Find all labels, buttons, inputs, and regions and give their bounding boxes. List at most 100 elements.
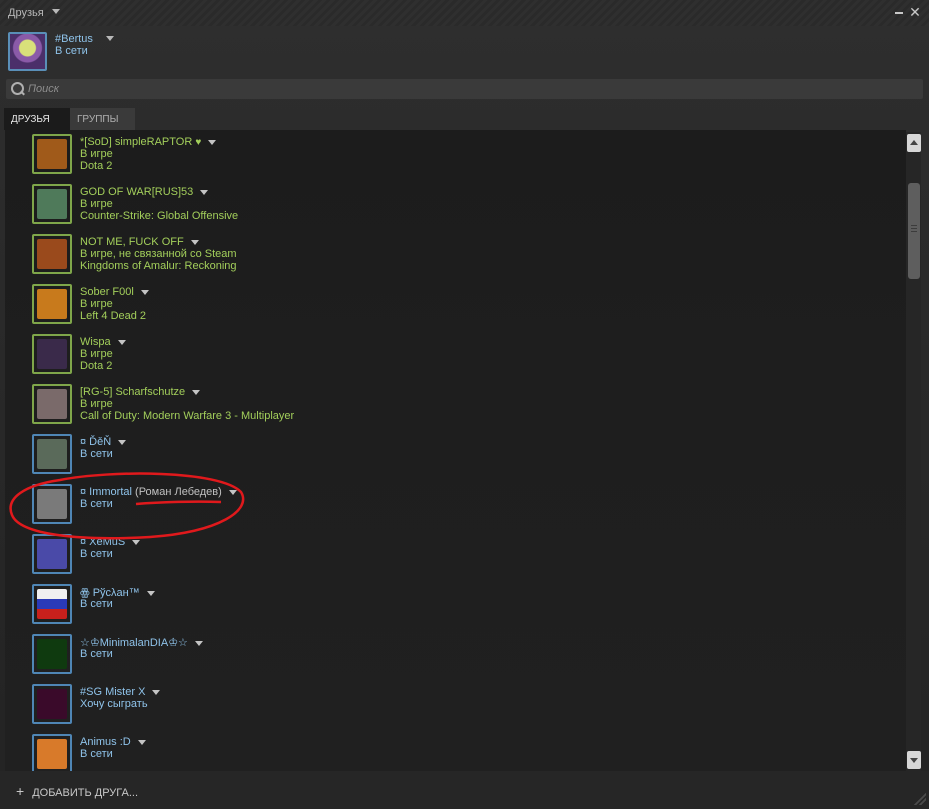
chevron-down-icon[interactable]	[228, 489, 237, 495]
friend-name-line: ¤ Immortal (Роман Лебедев)	[80, 486, 237, 498]
friend-name: ¤ ĎěŇ	[80, 436, 112, 448]
list-item[interactable]: NOT ME, FUCK OFF В игре, не связанной со…	[5, 230, 885, 280]
chevron-down-icon[interactable]	[200, 189, 209, 195]
friend-game: Kingdoms of Amalur: Reckoning	[80, 260, 237, 272]
chevron-down-icon[interactable]	[208, 139, 217, 145]
avatar[interactable]	[32, 284, 72, 324]
friend-name-line: NOT ME, FUCK OFF	[80, 236, 199, 248]
chevron-down-icon[interactable]	[118, 439, 127, 445]
heart-icon: ♥	[195, 137, 202, 148]
user-profile[interactable]: #Bertus В сети	[8, 32, 408, 72]
list-item[interactable]: ☆♔MinimalanDIA♔☆ В сети	[5, 630, 885, 680]
chevron-down-icon[interactable]	[192, 389, 201, 395]
avatar[interactable]	[32, 234, 72, 274]
friends-list[interactable]: *[SoD] simpleRAPTOR ♥ В игре Dota 2 GOD …	[5, 130, 906, 771]
friend-status: В сети	[80, 598, 113, 610]
list-item[interactable]: ¤ ĎěŇ В сети	[5, 430, 885, 480]
avatar[interactable]	[32, 384, 72, 424]
scroll-up-icon[interactable]	[907, 134, 921, 152]
scroll-down-icon[interactable]	[907, 751, 921, 769]
friend-status: В сети	[80, 648, 113, 660]
friend-name-line: [RG-5] Scharfschutze	[80, 386, 201, 398]
friend-game: Dota 2	[80, 160, 113, 172]
chevron-down-icon[interactable]	[194, 640, 203, 646]
friend-name-line: GOD OF WAR[RUS]53	[80, 186, 209, 198]
friend-game: Left 4 Dead 2	[80, 310, 147, 322]
avatar[interactable]	[32, 434, 72, 474]
minimize-icon[interactable]	[895, 12, 903, 14]
friend-name-line: Sober F00l	[80, 286, 149, 298]
avatar[interactable]	[32, 134, 72, 174]
friend-name: NOT ME, FUCK OFF	[80, 236, 184, 248]
friend-game: Counter-Strike: Global Offensive	[80, 210, 239, 222]
avatar[interactable]	[32, 734, 72, 771]
list-item[interactable]: #SG Mister X Хочу сыграть	[5, 680, 885, 730]
list-item[interactable]: *[SoD] simpleRAPTOR ♥ В игре Dota 2	[5, 130, 885, 180]
chevron-down-icon[interactable]	[152, 689, 161, 695]
list-item[interactable]: ¤ XeMuS В сети	[5, 530, 885, 580]
chevron-down-icon[interactable]	[146, 590, 155, 596]
list-item[interactable]: ¤ Immortal (Роман Лебедев) В сети	[5, 480, 885, 530]
friends-window: Друзья ✕ #Bertus В сети ДРУЗЬЯ ГРУППЫ *[…	[0, 0, 929, 809]
friend-real-name: (Роман Лебедев)	[135, 486, 222, 498]
list-item[interactable]: ꙮ Рўсλан™ В сети	[5, 580, 885, 630]
scrollbar-thumb[interactable]	[908, 183, 920, 279]
avatar[interactable]	[8, 32, 47, 71]
friend-name-line: #SG Mister X	[80, 686, 161, 698]
add-friend-label: ДОБАВИТЬ ДРУГА...	[32, 787, 139, 799]
friend-name: ¤ Immortal	[80, 486, 132, 498]
friend-name: ¤ XeMuS	[80, 536, 126, 548]
plus-icon: +	[16, 783, 25, 799]
list-item[interactable]: Sober F00l В игре Left 4 Dead 2	[5, 280, 885, 330]
avatar[interactable]	[32, 184, 72, 224]
avatar[interactable]	[32, 634, 72, 674]
friend-name-line: Animus :D	[80, 736, 146, 748]
list-item[interactable]: Animus :D В сети	[5, 730, 885, 771]
friend-status: В сети	[80, 448, 113, 460]
friend-status: В сети	[80, 548, 113, 560]
tab-friends[interactable]: ДРУЗЬЯ	[4, 108, 70, 130]
profile-name: #Bertus	[55, 33, 93, 45]
search-input[interactable]	[28, 81, 908, 97]
tab-groups[interactable]: ГРУППЫ	[70, 108, 135, 130]
avatar[interactable]	[32, 534, 72, 574]
friend-name-line: Wispa	[80, 336, 126, 348]
window-title: Друзья	[8, 7, 44, 19]
add-friend-button[interactable]: + ДОБАВИТЬ ДРУГА...	[16, 783, 138, 799]
friend-name-line: ¤ ĎěŇ	[80, 436, 127, 448]
avatar[interactable]	[32, 484, 72, 524]
friend-status: В игре	[80, 198, 113, 210]
friend-status: В игре, не связанной со Steam	[80, 248, 237, 260]
chevron-down-icon[interactable]	[117, 339, 126, 345]
friend-name: [RG-5] Scharfschutze	[80, 386, 186, 398]
friend-name: *[SoD] simpleRAPTOR	[80, 136, 193, 148]
title-bar[interactable]: Друзья ✕	[0, 0, 929, 26]
friend-status: В сети	[80, 748, 113, 760]
title-menu-arrow-icon[interactable]	[52, 9, 60, 14]
avatar[interactable]	[32, 334, 72, 374]
friend-name-line: ¤ XeMuS	[80, 536, 141, 548]
chevron-down-icon[interactable]	[190, 239, 199, 245]
friend-status: В игре	[80, 298, 113, 310]
chevron-down-icon[interactable]	[132, 539, 141, 545]
search-bar	[6, 79, 923, 99]
friend-name: Animus :D	[80, 736, 131, 748]
friend-name-line: *[SoD] simpleRAPTOR ♥	[80, 136, 217, 148]
chevron-down-icon[interactable]	[140, 289, 149, 295]
scrollbar[interactable]	[906, 132, 921, 771]
list-item[interactable]: GOD OF WAR[RUS]53 В игре Counter-Strike:…	[5, 180, 885, 230]
friend-status: В игре	[80, 348, 113, 360]
avatar[interactable]	[32, 684, 72, 724]
avatar[interactable]	[32, 584, 72, 624]
list-item[interactable]: Wispa В игре Dota 2	[5, 330, 885, 380]
close-icon[interactable]: ✕	[909, 5, 921, 19]
list-item[interactable]: [RG-5] Scharfschutze В игре Call of Duty…	[5, 380, 885, 430]
friend-name: #SG Mister X	[80, 686, 146, 698]
resize-grip-icon[interactable]	[914, 793, 926, 805]
footer: + ДОБАВИТЬ ДРУГА...	[0, 771, 929, 809]
profile-status: В сети	[55, 45, 88, 57]
friend-name: Sober F00l	[80, 286, 134, 298]
profile-menu-arrow-icon[interactable]	[106, 36, 114, 41]
friend-status: В игре	[80, 148, 113, 160]
chevron-down-icon[interactable]	[137, 739, 146, 745]
